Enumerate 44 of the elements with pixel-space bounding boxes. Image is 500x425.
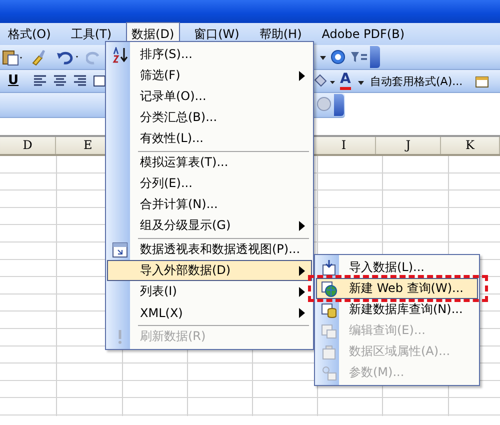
help-icon[interactable] — [330, 48, 346, 66]
menu-item[interactable]: 记录单(O)... — [107, 86, 312, 107]
menu-item[interactable]: 分类汇总(B)... — [107, 107, 312, 128]
sort-ascending-icon — [112, 46, 128, 62]
edit-query-icon — [321, 322, 337, 338]
submenu-arrow-icon — [299, 286, 305, 296]
align-left-icon[interactable] — [32, 73, 48, 89]
parameters-icon — [321, 364, 337, 380]
menu-bar-item[interactable]: 工具(T) — [64, 22, 118, 46]
menu-item[interactable]: 分列(E)... — [107, 173, 312, 194]
globe-icon — [321, 280, 337, 296]
submenu-arrow-icon — [299, 308, 305, 318]
submenu-arrow-icon — [299, 266, 305, 276]
menu-item[interactable]: 列表(I) — [107, 281, 312, 302]
menu-item[interactable]: 导入外部数据(D) — [107, 260, 312, 281]
menu-item[interactable]: XML(X) — [107, 302, 312, 323]
menu-bar-item[interactable]: 格式(O) — [2, 22, 57, 46]
align-right-icon[interactable] — [72, 73, 88, 89]
paste-icon[interactable] — [2, 48, 24, 66]
submenu-arrow-icon — [299, 220, 305, 230]
import-icon — [321, 260, 337, 276]
menu-item[interactable]: 导入数据(L)... — [316, 257, 478, 278]
toolbar-options-button[interactable] — [334, 94, 344, 116]
column-header[interactable]: J — [376, 137, 442, 154]
properties-icon — [321, 344, 337, 360]
submenu-arrow-icon — [299, 70, 305, 80]
menu-bar-item[interactable]: Adobe PDF(B) — [316, 23, 410, 45]
pivot-table-icon — [112, 242, 128, 258]
format-painter-icon[interactable] — [30, 48, 46, 66]
underline-button[interactable]: U — [8, 73, 19, 88]
align-center-icon[interactable] — [52, 73, 68, 89]
column-header[interactable]: K — [441, 137, 500, 154]
menu-item[interactable]: 排序(S)... — [107, 44, 312, 65]
menu-item[interactable]: 筛选(F) — [107, 65, 312, 86]
database-icon — [321, 302, 337, 318]
font-color-button[interactable]: A — [340, 71, 351, 90]
column-header[interactable]: D — [0, 137, 56, 154]
autoformat-button[interactable]: 自动套用格式(A)... — [370, 74, 463, 89]
exclamation-icon — [118, 330, 122, 344]
menu-item[interactable]: 新建 Web 查询(W)... — [316, 278, 478, 299]
menu-item[interactable]: 新建数据库查询(N)... — [316, 299, 478, 320]
menu-item[interactable]: 组及分级显示(G) — [107, 215, 312, 236]
menu-item[interactable]: 合并计算(N)... — [107, 194, 312, 215]
toolbar-options-button[interactable] — [370, 46, 380, 68]
